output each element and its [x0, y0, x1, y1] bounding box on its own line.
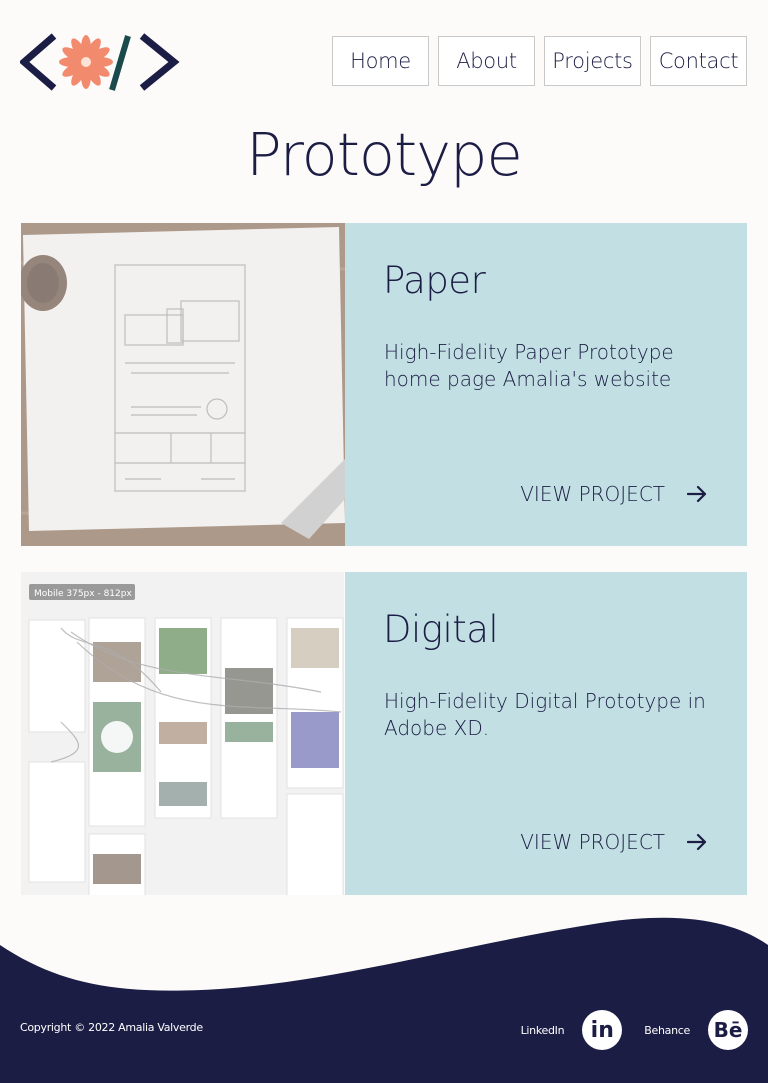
nav-projects-button[interactable]: Projects: [544, 36, 641, 86]
behance-icon[interactable]: Bē: [708, 1010, 748, 1050]
nav-contact-button[interactable]: Contact: [650, 36, 747, 86]
paper-prototype-image[interactable]: [21, 223, 345, 546]
view-project-link[interactable]: VIEW PROJECT: [520, 830, 707, 854]
card-title: Paper: [383, 259, 486, 302]
digital-project-card: Mobile 375px - 812px Digital High-Fideli…: [21, 572, 747, 895]
site-footer: Copyright © 2022 Amalia Valverde LinkedI…: [0, 905, 768, 1083]
code-flower-logo-icon: [18, 33, 180, 91]
arrow-right-icon: [687, 833, 707, 851]
arrow-right-icon: [687, 485, 707, 503]
card-description: High-Fidelity Paper Prototype home page …: [384, 340, 674, 391]
page-title: Prototype: [246, 120, 523, 189]
view-project-link[interactable]: VIEW PROJECT: [520, 482, 707, 506]
copyright-text: Copyright © 2022 Amalia Valverde: [20, 1021, 203, 1034]
view-project-label: VIEW PROJECT: [520, 482, 665, 506]
nav-home-button[interactable]: Home: [332, 36, 429, 86]
digital-card-body: Digital High-Fidelity Digital Prototype …: [345, 572, 747, 895]
footer-wave: [0, 917, 768, 1083]
card-title: Digital: [383, 608, 499, 651]
site-logo[interactable]: [18, 32, 180, 94]
social-links: LinkedIn in Behance Bē: [521, 1010, 748, 1050]
main-nav: Home About Projects Contact: [332, 36, 747, 86]
paper-card-body: Paper High-Fidelity Paper Prototype home…: [345, 223, 747, 546]
card-description: High-Fidelity Digital Prototype in Adobe…: [384, 689, 706, 740]
digital-prototype-image[interactable]: Mobile 375px - 812px: [21, 572, 345, 895]
paper-project-card: Paper High-Fidelity Paper Prototype home…: [21, 223, 747, 546]
linkedin-icon[interactable]: in: [582, 1010, 623, 1050]
nav-about-button[interactable]: About: [438, 36, 535, 86]
view-project-label: VIEW PROJECT: [520, 830, 665, 854]
linkedin-label: LinkedIn: [520, 1023, 565, 1037]
behance-label: Behance: [644, 1023, 690, 1037]
